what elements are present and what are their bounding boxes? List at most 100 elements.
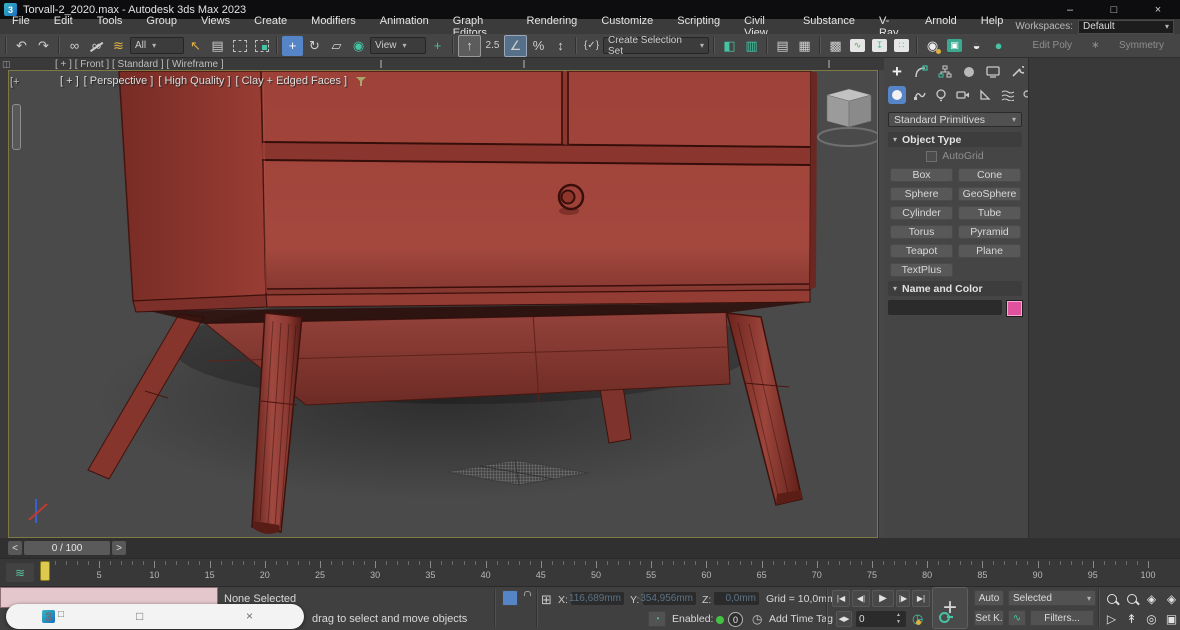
material-editor-icon[interactable]: ◉ xyxy=(922,36,943,56)
angle-snap-toggle-icon[interactable]: ∠ xyxy=(504,35,527,57)
render-production-icon[interactable]: ● xyxy=(988,36,1009,56)
frame-spinner[interactable]: ▲▼ xyxy=(896,612,901,626)
frame-counter[interactable]: 0 / 100 xyxy=(24,541,110,555)
orbit-icon[interactable]: ◎ xyxy=(1142,609,1161,628)
play-animation-icon[interactable]: ▶ xyxy=(872,590,894,607)
isolate-selection-icon[interactable] xyxy=(502,590,518,606)
object-type-rollout[interactable]: ▾ Object Type xyxy=(888,132,1022,147)
align-icon[interactable]: ▥ xyxy=(741,36,762,56)
mini-curve-editor-icon[interactable]: ≋ xyxy=(6,563,34,582)
viewport-shading-label[interactable]: [ Clay + Edged Faces ] xyxy=(236,75,348,87)
curve-editor-icon[interactable]: ∿ xyxy=(847,36,868,56)
toolbar-handle[interactable] xyxy=(5,37,7,54)
redo-icon[interactable]: ↷ xyxy=(33,36,54,56)
toggle-ribbon-icon[interactable]: ▩ xyxy=(825,36,846,56)
viewport-layout-tab[interactable] xyxy=(12,104,21,150)
z-coordinate-field[interactable]: 0,0mm xyxy=(714,592,759,605)
keyboard-shortcut-override-icon[interactable]: ↑ xyxy=(458,35,481,57)
select-object-icon[interactable]: ↖ xyxy=(185,36,206,56)
zoom-all-icon[interactable] xyxy=(1122,589,1141,608)
degradation-toggle-icon[interactable]: ◔ xyxy=(648,611,666,627)
close-button[interactable]: × xyxy=(1136,0,1180,19)
zoom-extents-icon[interactable]: ◈ xyxy=(1142,589,1161,608)
tab-motion[interactable] xyxy=(960,63,978,81)
edit-poly-toolbar-button[interactable]: Edit Poly xyxy=(1027,40,1078,51)
object-name-field[interactable] xyxy=(888,300,1002,315)
y-coordinate-field[interactable]: -354,956mm xyxy=(643,592,696,605)
category-cameras[interactable] xyxy=(954,86,972,104)
rendered-frame-window-icon[interactable]: ◒ xyxy=(966,36,987,56)
time-configuration-icon[interactable]: ◷ xyxy=(912,611,923,627)
key-set-dropdown[interactable]: Selected▾ xyxy=(1008,590,1096,606)
object-type-tube[interactable]: Tube xyxy=(958,206,1021,220)
tab-display[interactable] xyxy=(984,63,1002,81)
maximize-viewport-toggle-icon[interactable]: ▣ xyxy=(1162,609,1180,628)
object-type-cone[interactable]: Cone xyxy=(958,168,1021,182)
select-and-link-icon[interactable]: ∞ xyxy=(64,36,85,56)
go-to-end-icon[interactable]: ▶| xyxy=(912,590,930,607)
category-lights[interactable] xyxy=(932,86,950,104)
name-and-color-rollout[interactable]: ▾ Name and Color xyxy=(888,281,1022,296)
bind-to-space-warp-icon[interactable]: ≋ xyxy=(108,36,129,56)
previous-frame-button[interactable]: < xyxy=(8,541,22,555)
tab-modify[interactable] xyxy=(912,63,930,81)
minimize-button[interactable]: – xyxy=(1048,0,1092,19)
select-by-name-icon[interactable]: ▤ xyxy=(207,36,228,56)
object-type-cylinder[interactable]: Cylinder xyxy=(890,206,953,220)
create-selection-set-dropdown[interactable]: Create Selection Set▾ xyxy=(603,37,709,54)
viewport-menu-plus[interactable]: [ + ] xyxy=(60,75,79,87)
select-and-scale-icon[interactable]: ▱ xyxy=(326,36,347,56)
maximize-button[interactable]: □ xyxy=(1092,0,1136,19)
tab-utilities[interactable] xyxy=(1008,63,1026,81)
primitive-category-dropdown[interactable]: Standard Primitives▾ xyxy=(888,112,1022,127)
category-shapes[interactable] xyxy=(910,86,928,104)
window-crossing-icon[interactable] xyxy=(251,36,272,56)
workspaces-dropdown[interactable]: Default▾ xyxy=(1078,20,1174,34)
category-helpers[interactable] xyxy=(976,86,994,104)
viewport-canvas[interactable] xyxy=(9,71,877,537)
object-type-sphere[interactable]: Sphere xyxy=(890,187,953,201)
percent-snap-toggle-icon[interactable]: % xyxy=(528,36,549,56)
time-slider[interactable] xyxy=(40,561,50,581)
set-key-button[interactable]: Set K. xyxy=(974,610,1004,626)
object-type-torus[interactable]: Torus xyxy=(890,225,953,239)
mirror-icon[interactable]: ◧ xyxy=(719,36,740,56)
zoom-extents-all-icon[interactable]: ◈ xyxy=(1162,589,1180,608)
set-keys-button[interactable]: + xyxy=(932,587,968,629)
edit-named-selection-sets-icon[interactable]: {✓} xyxy=(581,36,602,56)
pan-view-icon[interactable]: ↟ xyxy=(1122,609,1141,628)
transform-type-in-icon[interactable]: ⊞ xyxy=(541,592,552,608)
symmetry-toolbar-button[interactable]: Symmetry xyxy=(1113,40,1170,51)
field-of-view-icon[interactable]: ▷ xyxy=(1102,609,1121,628)
toggle-layer-explorer-icon[interactable]: ▦ xyxy=(794,36,815,56)
key-filters-button[interactable]: Filters... xyxy=(1030,610,1094,626)
auto-key-button[interactable]: Auto xyxy=(974,590,1004,606)
tab-create[interactable]: + xyxy=(888,63,906,81)
key-filters-icon[interactable]: ∿ xyxy=(1008,610,1026,626)
perspective-viewport[interactable] xyxy=(8,70,878,538)
overlay-maximize-icon[interactable]: □ xyxy=(136,609,143,623)
previous-key-icon[interactable]: ◀| xyxy=(852,590,870,607)
next-frame-button[interactable]: > xyxy=(112,541,126,555)
toggle-scene-explorer-icon[interactable]: ▤ xyxy=(772,36,793,56)
dope-sheet-icon[interactable]: ↧ xyxy=(869,36,890,56)
per-view-filter-icon[interactable] xyxy=(356,76,366,86)
tab-hierarchy[interactable] xyxy=(936,63,954,81)
viewport-pov-label[interactable]: [ Perspective ] xyxy=(84,75,154,87)
object-type-box[interactable]: Box xyxy=(890,168,953,182)
use-pivot-point-center-icon[interactable]: + xyxy=(427,36,448,56)
key-mode-toggle-icon[interactable]: ◀▶ xyxy=(836,611,852,627)
trackbar-ruler[interactable]: 0510152025303540455055606570758085909510… xyxy=(44,559,1148,587)
select-and-place-icon[interactable]: ◉ xyxy=(348,36,369,56)
rectangular-selection-region-icon[interactable] xyxy=(229,36,250,56)
snaps-toggle-icon[interactable]: 2.5 xyxy=(482,36,503,56)
unlink-selection-icon[interactable]: ∞ xyxy=(86,36,107,56)
schematic-view-icon[interactable]: ∷ xyxy=(891,36,912,56)
selection-filter-dropdown[interactable]: All▾ xyxy=(130,37,184,54)
reference-coordinate-dropdown[interactable]: View▾ xyxy=(370,37,426,54)
viewport-quality-label[interactable]: [ High Quality ] xyxy=(158,75,230,87)
overlay-pin-icon[interactable]: □ xyxy=(58,609,64,620)
category-geometry[interactable] xyxy=(888,86,906,104)
next-key-icon[interactable]: |▶ xyxy=(896,590,910,607)
select-and-rotate-icon[interactable]: ↻ xyxy=(304,36,325,56)
